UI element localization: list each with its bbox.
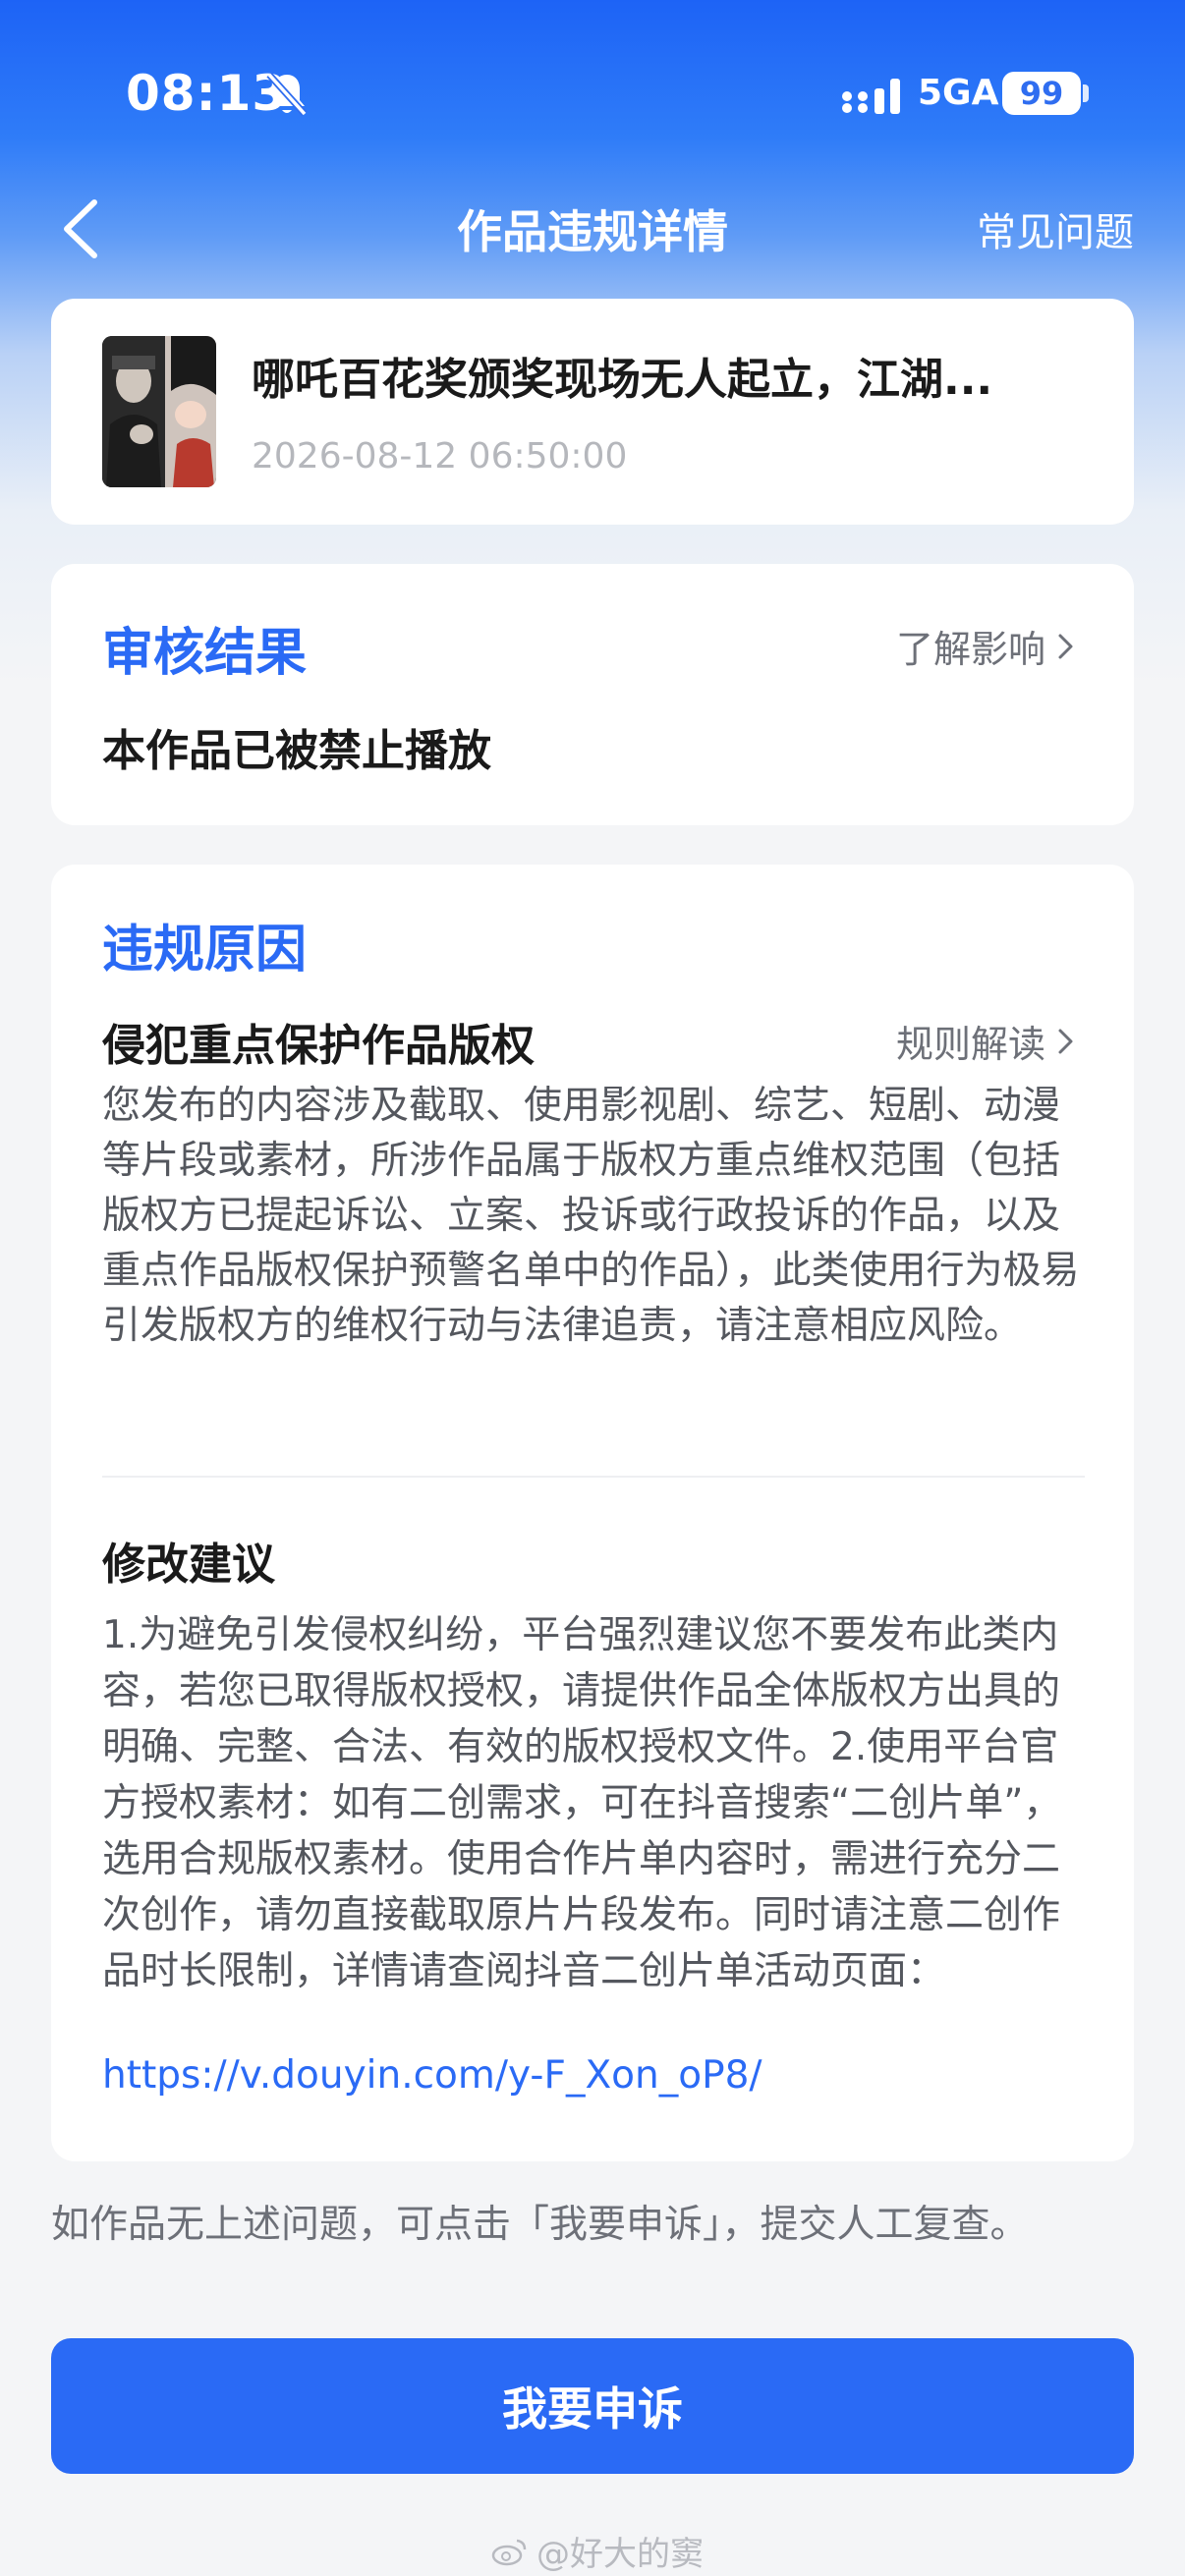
appeal-hint: 如作品无上述问题，可点击「我要申诉」，提交人工复查。 — [51, 2203, 1029, 2247]
suggestion-title: 修改建议 — [102, 1540, 275, 1590]
suggestion-text: 1.为避免引发侵权纠纷，平台强烈建议您不要发布此类内容，若您已取得版权授权，请提… — [102, 1613, 1062, 1993]
violation-type: 侵犯重点保护作品版权 — [102, 1021, 535, 1071]
video-card[interactable]: 哪吒百花奖颁奖现场无人起立，江湖... 2026-08-12 06:50:00 — [51, 299, 1134, 525]
watermark-text: @好大的窦 — [536, 2535, 704, 2574]
violation-description: 您发布的内容涉及截取、使用影视剧、综艺、短剧、动漫等片段或素材，所涉作品属于版权… — [102, 1084, 1080, 1348]
battery-tip — [1083, 84, 1089, 102]
chevron-right-icon — [1058, 634, 1073, 658]
learn-impact-link[interactable]: 了解影响 — [896, 619, 1077, 673]
violation-reason-title: 违规原因 — [102, 921, 308, 980]
review-result-title: 审核结果 — [102, 624, 308, 683]
watermark: @好大的窦 — [491, 2527, 704, 2575]
signal-icon — [842, 79, 900, 114]
appeal-button[interactable]: 我要申诉 — [51, 2338, 1134, 2474]
activity-page-link[interactable]: https://v.douyin.com/y-F_Xon_oP8/ — [102, 2053, 762, 2098]
status-bar: 08:13 5GA 99 — [0, 0, 1185, 187]
learn-impact-label: 了解影响 — [895, 628, 1045, 671]
video-timestamp: 2026-08-12 06:50:00 — [252, 436, 628, 476]
status-time: 08:13 — [126, 65, 288, 122]
rule-interpretation-label: 规则解读 — [895, 1023, 1045, 1066]
battery-indicator: 99 — [1002, 72, 1081, 115]
rule-interpretation-link[interactable]: 规则解读 — [896, 1014, 1077, 1068]
network-label: 5GA — [918, 73, 999, 113]
weibo-icon — [491, 2539, 527, 2565]
bell-off-icon — [266, 72, 308, 117]
violation-reason-card: 违规原因 侵犯重点保护作品版权 规则解读 您发布的内容涉及截取、使用影视剧、综艺… — [51, 865, 1134, 2161]
faq-link[interactable]: 常见问题 — [977, 200, 1134, 257]
review-result-card: 审核结果 了解影响 本作品已被禁止播放 — [51, 564, 1134, 825]
video-title: 哪吒百花奖颁奖现场无人起立，江湖... — [252, 355, 993, 405]
review-result-text: 本作品已被禁止播放 — [102, 726, 491, 776]
divider — [102, 1476, 1085, 1478]
battery-level: 99 — [1019, 75, 1064, 112]
chevron-right-icon — [1058, 1029, 1073, 1053]
video-thumbnail — [102, 336, 216, 487]
